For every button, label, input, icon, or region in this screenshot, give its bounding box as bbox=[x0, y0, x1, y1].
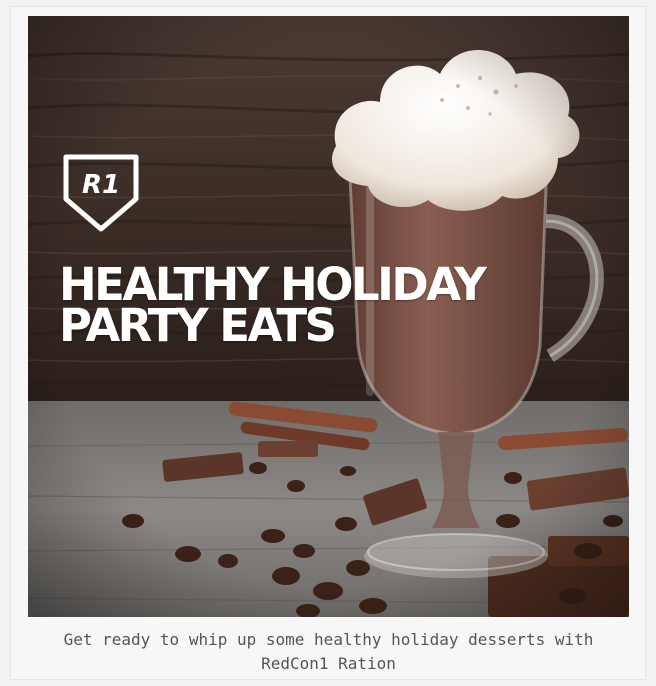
image-caption: Get ready to whip up some healthy holida… bbox=[63, 630, 594, 673]
headline: HEALTHY HOLIDAY PARTY EATS bbox=[59, 262, 619, 352]
headline-line-2: PARTY EATS bbox=[59, 299, 337, 352]
redcon1-logo: R1 bbox=[63, 154, 139, 232]
hero-image[interactable]: R1 HEALTHY HOLIDAY PARTY EATS bbox=[28, 16, 629, 617]
logo-text: R1 bbox=[82, 170, 120, 200]
